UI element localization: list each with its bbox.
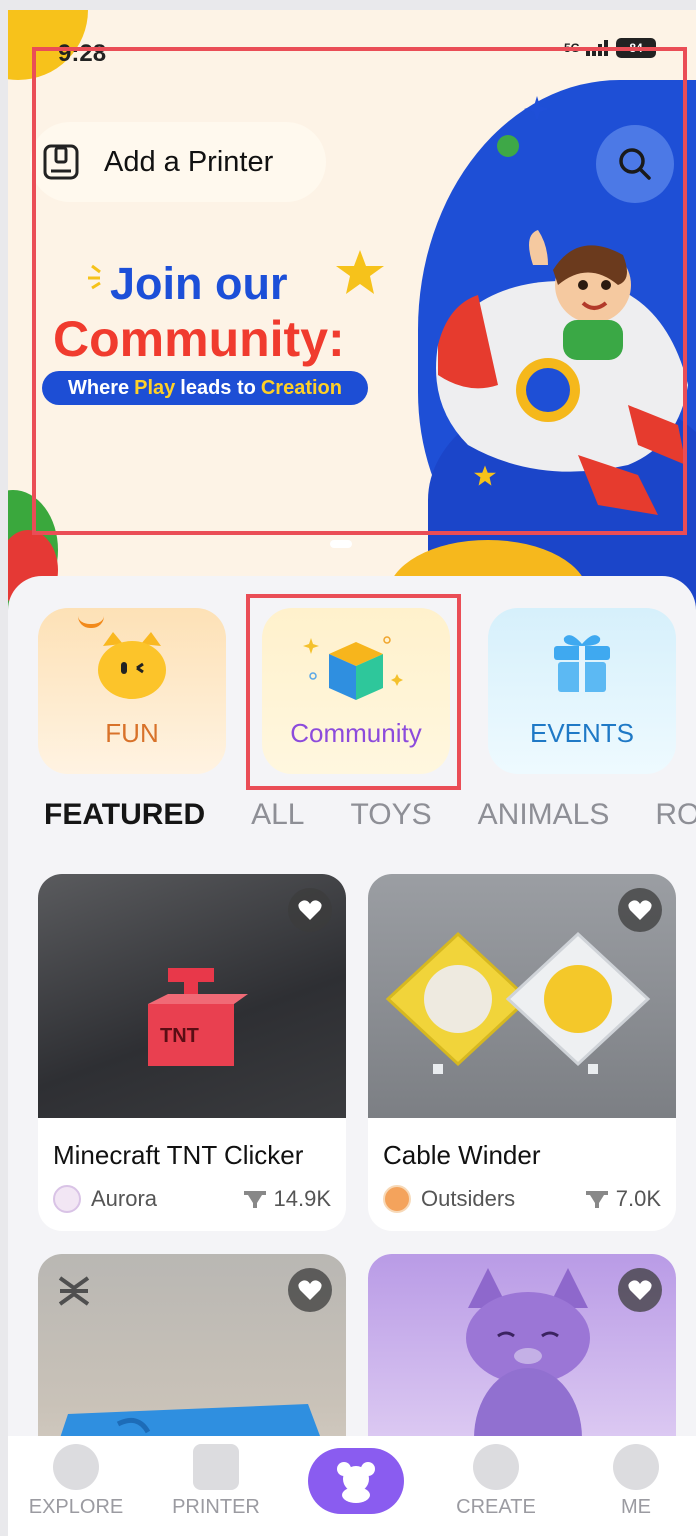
cube-icon xyxy=(303,636,403,700)
tagline-part: leads to xyxy=(180,376,256,399)
lightbulb-icon xyxy=(473,1444,519,1490)
printer-icon xyxy=(193,1444,239,1490)
heart-icon xyxy=(298,1280,322,1300)
model-meta: Outsiders 7.0K xyxy=(368,1171,676,1231)
nav-me[interactable]: ME xyxy=(576,1444,696,1519)
favorite-button[interactable] xyxy=(618,888,662,932)
cat-face-icon xyxy=(98,632,166,699)
nav-printer[interactable]: PRINTER xyxy=(156,1444,276,1519)
green-dot xyxy=(497,135,519,157)
battery-icon: 84 xyxy=(616,38,656,58)
gift-icon xyxy=(554,635,610,692)
category-fun-label: FUN xyxy=(105,718,159,748)
brand-logo-icon xyxy=(58,1276,90,1306)
carousel-indicator xyxy=(330,540,352,548)
add-printer-label: Add a Printer xyxy=(104,145,274,178)
nav-create-label: CREATE xyxy=(456,1496,536,1518)
nav-explore-label: EXPLORE xyxy=(28,1496,124,1518)
author-name[interactable]: Aurora xyxy=(91,1186,244,1212)
category-community-label: Community xyxy=(290,718,422,748)
model-meta: Aurora 14.9K xyxy=(38,1171,346,1231)
status-time: 9:28 xyxy=(58,40,107,67)
star-icon xyxy=(474,465,496,486)
tab-toys[interactable]: TOYS xyxy=(351,798,432,832)
search-button[interactable] xyxy=(596,125,674,203)
banner-headline-line2: Community: xyxy=(53,311,345,367)
heart-icon xyxy=(628,900,652,920)
category-community[interactable]: Community xyxy=(262,608,450,774)
planet-icon xyxy=(53,1444,99,1490)
nav-printer-label: PRINTER xyxy=(172,1496,260,1518)
bottom-navigation: EXPLORE PRINTER CREATE ME xyxy=(8,1436,696,1536)
nav-community[interactable] xyxy=(308,1448,404,1514)
tab-robots[interactable]: ROBO xyxy=(655,798,696,832)
tagline-highlight: Creation xyxy=(260,376,342,399)
model-title: Cable Winder xyxy=(383,1140,541,1170)
category-events[interactable]: EVENTS xyxy=(488,608,676,774)
star-icon xyxy=(524,96,550,122)
search-icon xyxy=(619,148,651,180)
star-icon xyxy=(336,250,384,294)
nav-explore[interactable]: EXPLORE xyxy=(16,1444,136,1519)
model-card[interactable]: Cable Winder Outsiders 7.0K xyxy=(368,874,676,1231)
tnt-block-image: TNT xyxy=(148,968,248,1066)
banner-headline-line1: Join our xyxy=(110,258,288,309)
tab-animals[interactable]: ANIMALS xyxy=(478,798,610,832)
heart-icon xyxy=(298,900,322,920)
status-icons: 5G 84 xyxy=(564,38,656,58)
signal-icon xyxy=(586,40,608,56)
bear-icon xyxy=(337,1462,375,1503)
cable-winder-image xyxy=(385,931,651,1074)
download-count: 14.9K xyxy=(243,1186,332,1212)
model-image: TNT xyxy=(38,874,346,1118)
model-title: Minecraft TNT Clicker xyxy=(53,1140,304,1170)
category-events-label: EVENTS xyxy=(529,718,635,748)
nozzle-icon xyxy=(243,1191,266,1208)
model-card[interactable]: TNT Minecraft TNT Clicker Aurora 14.9K xyxy=(38,874,346,1231)
network-label: 5G xyxy=(563,41,580,55)
tab-featured[interactable]: FEATURED xyxy=(44,798,205,832)
printer-icon xyxy=(43,144,79,180)
nav-me-label: ME xyxy=(621,1496,651,1518)
tagline-part: Where xyxy=(68,376,130,399)
download-count-value: 7.0K xyxy=(615,1186,661,1211)
nav-create[interactable]: CREATE xyxy=(436,1444,556,1519)
app-screen: 9:28 5G 84 Add a Printer Join our Commun… xyxy=(8,10,696,1536)
model-image xyxy=(368,874,676,1118)
favorite-button[interactable] xyxy=(288,888,332,932)
banner-tagline: Where Play leads to Creation xyxy=(42,371,368,405)
heart-icon xyxy=(628,1280,652,1300)
nozzle-icon xyxy=(585,1191,608,1208)
tab-all[interactable]: ALL xyxy=(251,798,304,832)
add-printer-button[interactable]: Add a Printer xyxy=(30,122,326,202)
explore-content: FUN Community EVENTS FEATURED ALL TOYS A… xyxy=(8,576,696,1536)
svg-text:TNT: TNT xyxy=(160,1025,199,1047)
sparkle-icon xyxy=(88,264,101,290)
category-tabs: FEATURED ALL TOYS ANIMALS ROBO xyxy=(44,798,696,832)
download-count: 7.0K xyxy=(585,1186,661,1212)
smiley-icon xyxy=(613,1444,659,1490)
category-fun[interactable]: FUN xyxy=(38,608,226,774)
tagline-highlight: Play xyxy=(134,376,176,399)
author-name[interactable]: Outsiders xyxy=(421,1186,586,1212)
rocket-boy-illustration xyxy=(436,230,688,515)
favorite-button[interactable] xyxy=(288,1268,332,1312)
favorite-button[interactable] xyxy=(618,1268,662,1312)
avatar[interactable] xyxy=(383,1185,411,1213)
community-banner[interactable]: 9:28 5G 84 Add a Printer Join our Commun… xyxy=(8,10,696,610)
avatar[interactable] xyxy=(53,1185,81,1213)
download-count-value: 14.9K xyxy=(273,1186,332,1211)
